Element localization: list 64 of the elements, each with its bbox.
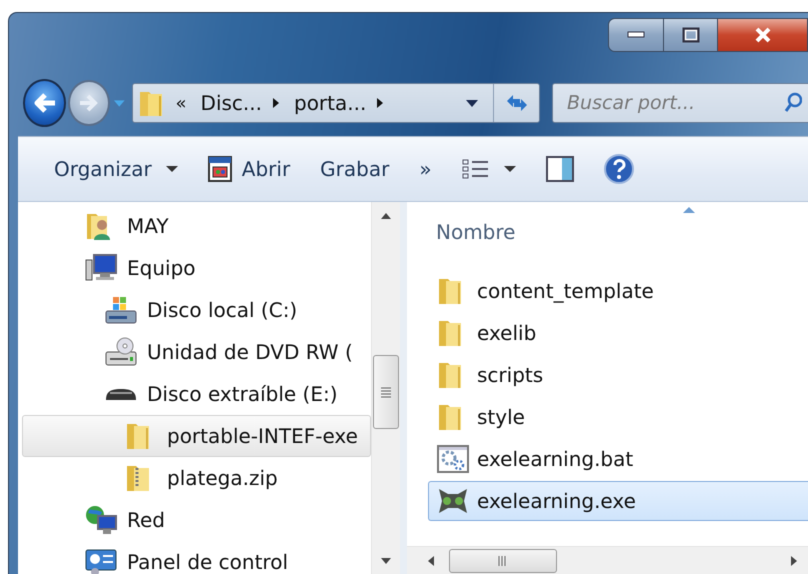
- caret-icon: [504, 165, 516, 173]
- network-icon: [85, 505, 117, 535]
- help-icon: [604, 154, 634, 184]
- scroll-down-icon[interactable]: [380, 557, 392, 565]
- dvd-drive-icon: [105, 337, 137, 367]
- scrollbar-thumb[interactable]: [449, 549, 557, 573]
- drive-icon: [105, 295, 137, 325]
- toolbar-button[interactable]: Grabar: [320, 147, 390, 191]
- minimize-button[interactable]: [609, 19, 663, 51]
- horizontal-scrollbar[interactable]: [407, 546, 808, 574]
- minimize-icon: [627, 31, 645, 39]
- tree-item[interactable]: Red: [22, 499, 371, 541]
- folder-icon: [437, 276, 463, 306]
- address-bar[interactable]: « Disc... porta...: [132, 83, 540, 123]
- file-item[interactable]: exelearning.bat: [428, 439, 808, 479]
- tree-item[interactable]: MAY: [22, 205, 371, 247]
- app-icon: [437, 487, 469, 515]
- tree-item[interactable]: Panel de control: [22, 541, 371, 574]
- tree-item[interactable]: Unidad de DVD RW (: [22, 331, 371, 373]
- close-button[interactable]: [717, 19, 807, 51]
- breadcrumb-arrow-icon[interactable]: [376, 97, 384, 109]
- tree-item[interactable]: portable-INTEF-exe: [22, 415, 371, 457]
- gears-file-icon: [437, 445, 469, 473]
- window-icon: [208, 156, 232, 182]
- scrollbar-thumb[interactable]: [373, 355, 399, 429]
- tree-item[interactable]: Disco local (C:): [22, 289, 371, 331]
- caret-icon: [166, 165, 178, 173]
- tree-item[interactable]: platega.zip: [22, 457, 371, 499]
- maximize-button[interactable]: [663, 19, 717, 51]
- open-button[interactable]: Abrir: [208, 147, 290, 191]
- tree-item[interactable]: Equipo: [22, 247, 371, 289]
- folder-icon: [437, 360, 463, 390]
- removable-drive-icon: [105, 387, 137, 401]
- toolbar-button[interactable]: »: [419, 147, 432, 191]
- dropdown-arrow-icon[interactable]: [465, 98, 479, 108]
- computer-icon: [85, 254, 117, 282]
- file-item[interactable]: scripts: [428, 355, 808, 395]
- organize-menu[interactable]: Organizar: [54, 147, 178, 191]
- scroll-right-icon[interactable]: [790, 555, 798, 567]
- scroll-left-icon[interactable]: [427, 555, 435, 567]
- file-item[interactable]: content_template: [428, 271, 808, 311]
- file-item[interactable]: exelearning.exe: [428, 481, 808, 521]
- vertical-scrollbar[interactable]: [371, 202, 400, 574]
- breadcrumb-arrow-icon[interactable]: [272, 97, 280, 109]
- forward-button[interactable]: [68, 80, 110, 126]
- breadcrumb[interactable]: Disc...: [200, 91, 262, 115]
- tree-item[interactable]: Disco extraíble (E:): [22, 373, 371, 415]
- scroll-up-icon[interactable]: [380, 212, 392, 220]
- column-header[interactable]: Nombre: [436, 220, 516, 244]
- folder-icon: [125, 421, 151, 451]
- list-icon: [462, 159, 490, 179]
- folder-icon: [437, 402, 463, 432]
- breadcrumb-overflow[interactable]: «: [176, 92, 187, 114]
- breadcrumb[interactable]: porta...: [294, 91, 366, 115]
- zip-folder-icon: [125, 463, 151, 493]
- file-item[interactable]: style: [428, 397, 808, 437]
- maximize-icon: [682, 27, 700, 43]
- close-icon: [752, 27, 772, 43]
- search-field[interactable]: Buscar port...: [552, 83, 808, 123]
- pane-icon: [546, 156, 574, 182]
- folder-icon: [437, 318, 463, 348]
- back-button[interactable]: [23, 79, 66, 127]
- search-icon: [784, 92, 802, 114]
- file-item[interactable]: exelib: [428, 313, 808, 353]
